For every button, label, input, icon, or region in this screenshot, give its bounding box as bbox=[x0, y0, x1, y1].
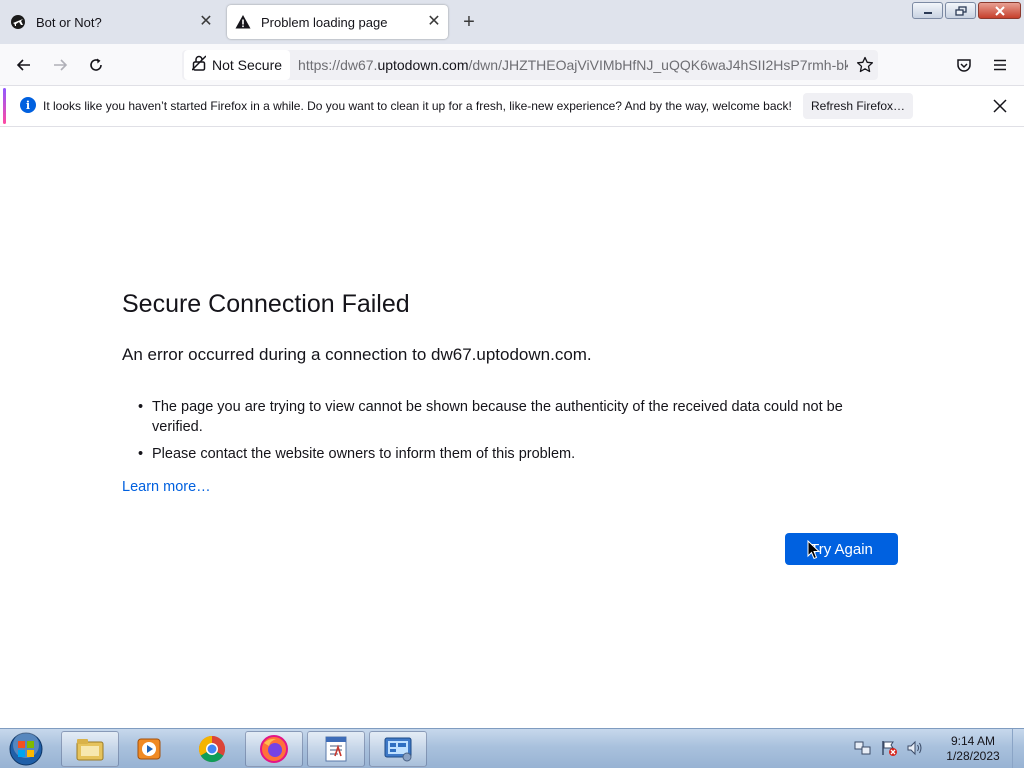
new-tab-button[interactable]: + bbox=[458, 11, 480, 33]
tab-close-icon[interactable]: ✕ bbox=[198, 14, 214, 30]
warning-icon bbox=[235, 14, 251, 30]
system-tray bbox=[854, 739, 924, 762]
window-controls bbox=[912, 2, 1021, 19]
chrome-icon[interactable] bbox=[183, 731, 241, 767]
error-title: Secure Connection Failed bbox=[122, 290, 410, 318]
clock-date: 1/28/2023 bbox=[946, 749, 1000, 763]
forward-arrow-icon[interactable] bbox=[48, 53, 72, 77]
back-arrow-icon[interactable] bbox=[12, 53, 36, 77]
volume-icon[interactable] bbox=[906, 739, 924, 762]
notification-message: It looks like you haven’t started Firefo… bbox=[43, 99, 792, 113]
url-text[interactable]: https://dw67.uptodown.com/dwn/JHZTHEOajV… bbox=[298, 57, 848, 73]
pocket-icon[interactable] bbox=[952, 53, 976, 77]
notification-accent-stripe bbox=[3, 88, 6, 124]
tab-title: Bot or Not? bbox=[36, 14, 102, 30]
network-icon[interactable] bbox=[854, 739, 872, 762]
error-description: An error occurred during a connection to… bbox=[122, 345, 592, 364]
close-window-button[interactable] bbox=[978, 2, 1021, 19]
media-player-icon[interactable] bbox=[120, 731, 178, 767]
show-desktop-button[interactable] bbox=[1012, 729, 1024, 768]
reload-icon[interactable] bbox=[84, 53, 108, 77]
control-panel-icon[interactable] bbox=[369, 731, 427, 767]
notification-bar: i It looks like you haven’t started Fire… bbox=[0, 86, 1024, 127]
tab-close-icon[interactable]: ✕ bbox=[426, 14, 442, 30]
action-center-flag-icon[interactable] bbox=[880, 739, 898, 762]
file-explorer-icon[interactable] bbox=[61, 731, 119, 767]
windows-taskbar: 9:14 AM 1/28/2023 bbox=[0, 728, 1024, 768]
firefox-icon[interactable] bbox=[245, 731, 303, 767]
tab-bot-or-not[interactable]: Bot or Not? ✕ bbox=[4, 5, 220, 39]
wordpad-icon[interactable] bbox=[307, 731, 365, 767]
not-secure-label: Not Secure bbox=[212, 57, 283, 73]
bookmark-star-icon[interactable] bbox=[856, 56, 874, 74]
tab-problem-loading[interactable]: Problem loading page ✕ bbox=[227, 5, 448, 39]
navigation-toolbar: Not Secure https://dw67.uptodown.com/dwn… bbox=[0, 44, 1024, 86]
site-security-indicator[interactable]: Not Secure bbox=[184, 50, 291, 80]
url-path: /dwn/JHZTHEOajViVIMbHfNJ_uQQK6waJ4hSII2H… bbox=[468, 57, 849, 73]
try-again-button[interactable]: Try Again bbox=[785, 533, 898, 565]
url-domain: uptodown.com bbox=[377, 57, 469, 73]
tab-strip: Bot or Not? ✕ Problem loading page ✕ + bbox=[0, 0, 1024, 44]
hamburger-menu-icon[interactable] bbox=[988, 53, 1012, 77]
error-bullet-list: The page you are trying to view cannot b… bbox=[138, 397, 882, 471]
minimize-button[interactable] bbox=[912, 2, 943, 19]
learn-more-link[interactable]: Learn more… bbox=[122, 479, 211, 495]
list-item: The page you are trying to view cannot b… bbox=[138, 397, 882, 437]
clock-time: 9:14 AM bbox=[950, 734, 996, 748]
close-icon[interactable] bbox=[990, 96, 1010, 116]
tab-title: Problem loading page bbox=[261, 14, 388, 30]
refresh-firefox-button[interactable]: Refresh Firefox… bbox=[803, 93, 913, 119]
url-bar[interactable]: Not Secure https://dw67.uptodown.com/dwn… bbox=[182, 50, 878, 80]
info-icon: i bbox=[20, 97, 36, 113]
start-orb-icon[interactable] bbox=[6, 731, 46, 767]
error-page: Secure Connection Failed An error occurr… bbox=[0, 127, 1024, 728]
plane-favicon-icon bbox=[10, 14, 26, 30]
url-prefix: https://dw67. bbox=[298, 57, 378, 73]
list-item: Please contact the website owners to inf… bbox=[138, 444, 882, 464]
taskbar-clock[interactable]: 9:14 AM 1/28/2023 bbox=[936, 734, 1010, 764]
restore-button[interactable] bbox=[945, 2, 976, 19]
mouse-cursor-icon bbox=[807, 539, 821, 560]
broken-lock-icon bbox=[191, 54, 207, 76]
